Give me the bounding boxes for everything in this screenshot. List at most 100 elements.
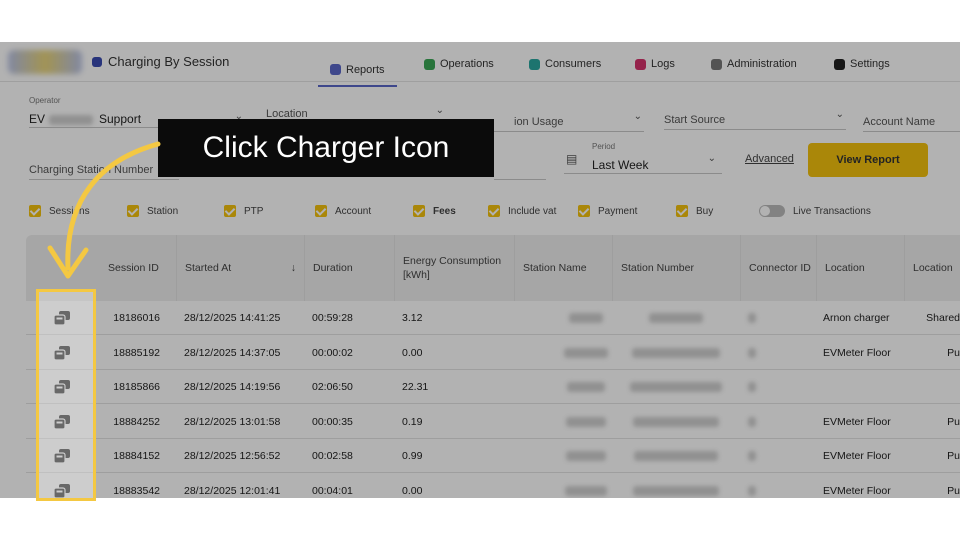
checkbox-fees[interactable]: Fees bbox=[413, 205, 456, 217]
cell-duration: 00:00:35 bbox=[312, 415, 353, 428]
filter-field-blank[interactable] bbox=[494, 162, 546, 180]
cell-location-type: Shared bbox=[926, 312, 960, 324]
cell-station-number-redacted bbox=[633, 474, 719, 499]
cell-location: EVMeter Floor bbox=[823, 346, 891, 359]
cell-energy: 0.19 bbox=[402, 415, 423, 428]
cell-location-type: Pu bbox=[947, 450, 960, 462]
cell-location: EVMeter Floor bbox=[823, 415, 891, 428]
column-header-station-number[interactable]: Station Number bbox=[612, 235, 740, 301]
chart-icon bbox=[330, 64, 341, 75]
checkbox-checked-icon bbox=[578, 205, 590, 217]
cell-station-name-redacted bbox=[569, 301, 603, 335]
checkbox-account[interactable]: Account bbox=[315, 205, 371, 217]
cell-connector-id-redacted bbox=[748, 405, 756, 439]
operator-label: Operator bbox=[29, 96, 61, 105]
start-source-select[interactable]: Start Source ⌄ bbox=[664, 109, 846, 130]
cell-station-name-redacted bbox=[566, 405, 606, 439]
column-header-station-name[interactable]: Station Name bbox=[514, 235, 612, 301]
checkbox-station[interactable]: Station bbox=[127, 205, 178, 217]
checkbox-checked-icon bbox=[315, 205, 327, 217]
cell-session-id: 18884252 bbox=[113, 415, 160, 428]
table-row[interactable]: 18885192 28/12/2025 14:37:05 00:00:02 0.00 E… bbox=[26, 335, 960, 370]
cell-session-id: 18883542 bbox=[113, 484, 160, 497]
period-select[interactable]: ▤ Last Week ⌄ bbox=[564, 152, 722, 174]
cell-location: Arnon charger bbox=[823, 312, 890, 324]
cell-station-number-redacted bbox=[634, 439, 718, 473]
checkbox-buy[interactable]: Buy bbox=[676, 205, 713, 217]
app-screen: Charging By Session Reports Operations C… bbox=[0, 42, 960, 498]
cell-location-type bbox=[904, 370, 960, 404]
view-report-button[interactable]: View Report bbox=[808, 143, 928, 177]
cell-duration: 00:59:28 bbox=[312, 312, 353, 324]
cell-duration: 00:04:01 bbox=[312, 484, 353, 497]
charger-icon-column-highlight bbox=[36, 289, 96, 501]
column-header-location[interactable]: Location bbox=[816, 235, 904, 301]
cell-started-at: 28/12/2025 14:19:56 bbox=[184, 381, 281, 393]
calendar-icon: ▤ bbox=[566, 152, 578, 166]
cell-connector-id-redacted bbox=[748, 301, 756, 335]
cell-location-type: Pu bbox=[947, 346, 960, 359]
tab-logs[interactable]: Logs bbox=[635, 54, 675, 74]
sort-arrow-down-icon[interactable]: ↓ bbox=[291, 261, 296, 275]
checkbox-ptp[interactable]: PTP bbox=[224, 205, 263, 217]
operations-icon bbox=[424, 58, 435, 70]
table-row[interactable]: 18883542 28/12/2025 12:01:41 00:04:01 0.00 E… bbox=[26, 473, 960, 499]
cell-location: EVMeter Floor bbox=[823, 450, 891, 462]
cell-session-id: 18885192 bbox=[113, 346, 160, 359]
operator-name-redacted bbox=[49, 115, 93, 125]
chevron-down-icon: ⌄ bbox=[435, 105, 444, 116]
cell-location bbox=[823, 370, 907, 404]
cell-connector-id-redacted bbox=[748, 474, 756, 499]
checkbox-checked-icon bbox=[676, 205, 688, 217]
checkbox-checked-icon bbox=[488, 205, 500, 217]
settings-icon bbox=[834, 58, 845, 70]
table-row[interactable]: 18884152 28/12/2025 12:56:52 00:02:58 0.99 E… bbox=[26, 439, 960, 473]
table-row[interactable]: 18884252 28/12/2025 13:01:58 00:00:35 0.19 E… bbox=[26, 404, 960, 439]
tab-reports[interactable]: Reports bbox=[318, 54, 397, 87]
cell-session-id: 18186016 bbox=[113, 312, 160, 324]
instruction-callout: Click Charger Icon bbox=[158, 119, 494, 177]
cell-station-name-redacted bbox=[565, 474, 607, 499]
cell-started-at: 28/12/2025 12:56:52 bbox=[184, 450, 281, 462]
cell-location-type: Pu bbox=[947, 415, 960, 428]
column-header-session-id[interactable]: Session ID bbox=[100, 235, 176, 301]
cell-station-name-redacted bbox=[564, 336, 608, 370]
cell-energy: 0.00 bbox=[402, 484, 423, 497]
checkbox-checked-icon bbox=[29, 205, 41, 217]
column-header-location-type[interactable]: Location bbox=[904, 235, 960, 301]
live-transactions-toggle[interactable]: Live Transactions bbox=[759, 205, 871, 217]
period-label: Period bbox=[592, 142, 616, 151]
column-header-started-at[interactable]: Started At ↓ bbox=[176, 235, 304, 301]
cell-connector-id-redacted bbox=[748, 336, 756, 370]
column-header-connector-id[interactable]: Connector ID bbox=[740, 235, 816, 301]
cell-location-type: Pu bbox=[947, 484, 960, 497]
cell-duration: 02:06:50 bbox=[312, 381, 353, 393]
table-row[interactable]: 18185866 28/12/2025 14:19:56 02:06:50 22.31 bbox=[26, 370, 960, 404]
column-header-duration[interactable]: Duration bbox=[304, 235, 394, 301]
checkbox-checked-icon bbox=[127, 205, 139, 217]
column-header-energy[interactable]: Energy Consumption [kWh] bbox=[394, 235, 514, 301]
logs-icon bbox=[635, 58, 646, 70]
cell-duration: 00:02:58 bbox=[312, 450, 353, 462]
toggle-switch[interactable] bbox=[759, 205, 785, 217]
chevron-down-icon: ⌄ bbox=[633, 111, 642, 122]
cell-station-number-redacted bbox=[632, 336, 720, 370]
tab-consumers[interactable]: Consumers bbox=[529, 54, 601, 74]
advanced-link[interactable]: Advanced bbox=[745, 153, 794, 165]
checkbox-sessions[interactable]: Sessions bbox=[29, 205, 90, 217]
tab-operations[interactable]: Operations bbox=[424, 54, 494, 74]
brand-logo[interactable] bbox=[8, 50, 82, 74]
tab-settings[interactable]: Settings bbox=[834, 54, 890, 74]
station-usage-select[interactable]: ion Usage ⌄ bbox=[494, 111, 644, 132]
cell-started-at: 28/12/2025 14:37:05 bbox=[184, 346, 281, 359]
checkbox-payment[interactable]: Payment bbox=[578, 205, 637, 217]
account-name-input[interactable]: Account Name bbox=[863, 114, 960, 132]
charging-station-number-input[interactable]: Charging Station Number bbox=[29, 162, 179, 180]
cell-energy: 3.12 bbox=[402, 312, 423, 324]
checkbox-include-vat[interactable]: Include vat bbox=[488, 205, 556, 217]
tab-administration[interactable]: Administration bbox=[711, 54, 797, 74]
cell-session-id: 18185866 bbox=[113, 381, 160, 393]
cell-connector-id-redacted bbox=[748, 439, 756, 473]
cell-connector-id-redacted bbox=[748, 370, 756, 404]
table-row[interactable]: 18186016 28/12/2025 14:41:25 00:59:28 3.12 A… bbox=[26, 301, 960, 335]
